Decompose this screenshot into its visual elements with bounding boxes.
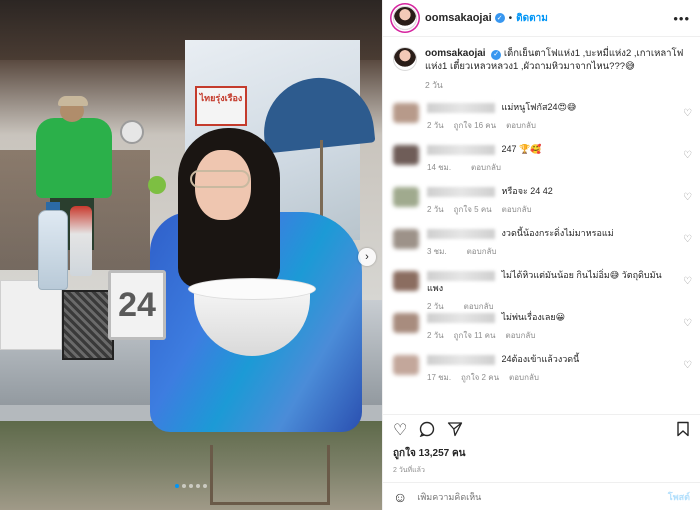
- photo-tissue-box: [0, 280, 62, 350]
- bookmark-icon[interactable]: [676, 421, 690, 441]
- add-comment-bar: ☺ โพสต์: [383, 482, 700, 510]
- comment-username-blurred[interactable]: [427, 144, 495, 155]
- carousel-next-button[interactable]: ›: [358, 248, 376, 266]
- comment-item: 247 🏆🥰 14 ชม. ตอบกลับ ♡: [383, 138, 700, 180]
- photo-table-number: 24: [108, 270, 166, 340]
- comment-time: 14 ชม.: [427, 163, 452, 172]
- comment-likes[interactable]: ถูกใจ 5 คน: [454, 203, 492, 216]
- emoji-icon[interactable]: ☺: [393, 489, 407, 505]
- comment-username-blurred[interactable]: [427, 102, 495, 113]
- comment-heart-icon[interactable]: ♡: [683, 276, 692, 287]
- comment-avatar[interactable]: [393, 187, 419, 207]
- comment-heart-icon[interactable]: ♡: [683, 234, 692, 245]
- action-bar: ♡: [383, 414, 700, 446]
- comment-text: 247 🏆🥰: [501, 144, 542, 154]
- comment-avatar[interactable]: [393, 313, 419, 333]
- comment-item: 24ต้องเข้าแล้วงวดนี้ 17 ชม. ถูกใจ 2 คน ต…: [383, 348, 700, 390]
- comment-input[interactable]: [417, 491, 638, 502]
- comment-list[interactable]: แม่หนูโฟกัส24😍😅 2 วัน ถูกใจ 16 คน ตอบกลั…: [383, 96, 700, 414]
- photo-glasses: [190, 170, 250, 188]
- carousel-dot: [196, 484, 200, 488]
- comment-reply-button[interactable]: ตอบกลับ: [502, 203, 532, 216]
- photo-chair: [210, 445, 330, 505]
- comment-item: แม่หนูโฟกัส24😍😅 2 วัน ถูกใจ 16 คน ตอบกลั…: [383, 96, 700, 138]
- carousel-dot: [203, 484, 207, 488]
- comment-likes[interactable]: ถูกใจ 2 คน: [461, 371, 499, 384]
- comment-item: หรือจะ 24 42 2 วัน ถูกใจ 5 คน ตอบกลับ ♡: [383, 180, 700, 222]
- comment-text: 24ต้องเข้าแล้วงวดนี้: [501, 354, 580, 364]
- comment-reply-button[interactable]: ตอบกลับ: [467, 245, 497, 258]
- photo-napkin-holder: [62, 290, 114, 360]
- author-avatar[interactable]: [393, 6, 417, 30]
- comment-likes[interactable]: ถูกใจ 11 คน: [454, 329, 496, 342]
- comment-likes[interactable]: ถูกใจ 16 คน: [454, 119, 496, 132]
- comment-avatar[interactable]: [393, 229, 419, 249]
- comment-item: ไม่พ่นเรื่องเลย😀 2 วัน ถูกใจ 11 คน ตอบกล…: [383, 306, 700, 348]
- comment-heart-icon[interactable]: ♡: [683, 192, 692, 203]
- photo-shop-sign: ไทยรุ่งเรือง: [195, 86, 247, 126]
- post-caption: oomsakaojai ✓ เด็กเย็นตาโฟแห่ง1 ,บะหมี่แ…: [383, 37, 700, 96]
- post-header: oomsakaojai ✓ • ติดตาม •••: [383, 0, 700, 37]
- comment-username-blurred[interactable]: [427, 228, 495, 239]
- carousel-dots: [0, 484, 382, 488]
- caption-avatar[interactable]: [393, 47, 417, 71]
- caption-age: 2 วัน: [425, 80, 443, 90]
- comment-time: 2 วัน: [427, 331, 444, 340]
- comment-username-blurred[interactable]: [427, 354, 495, 365]
- comment-time: 2 วัน: [427, 205, 444, 214]
- comment-reply-button[interactable]: ตอบกลับ: [506, 119, 536, 132]
- comment-heart-icon[interactable]: ♡: [683, 108, 692, 119]
- photo-drink-bottle: [70, 206, 92, 276]
- comment-time: 3 ชม.: [427, 247, 447, 256]
- comment-icon[interactable]: [419, 421, 435, 441]
- likes-count[interactable]: ถูกใจ 13,257 คน: [383, 446, 700, 461]
- share-icon[interactable]: [447, 421, 463, 441]
- comment-text: ไม่พ่นเรื่องเลย😀: [501, 312, 566, 322]
- follow-button[interactable]: ติดตาม: [516, 11, 548, 26]
- more-dots-icon[interactable]: •••: [673, 11, 690, 26]
- heart-icon[interactable]: ♡: [393, 422, 407, 439]
- comment-username-blurred[interactable]: [427, 270, 495, 281]
- photo-lime: [148, 176, 166, 194]
- caption-username[interactable]: oomsakaojai: [425, 48, 486, 59]
- post-details: oomsakaojai ✓ • ติดตาม ••• oomsakaojai ✓…: [382, 0, 700, 510]
- comment-reply-button[interactable]: ตอบกลับ: [509, 371, 539, 384]
- carousel-dot: [182, 484, 186, 488]
- comment-heart-icon[interactable]: ♡: [683, 318, 692, 329]
- verified-badge-icon: ✓: [491, 49, 502, 60]
- comment-time: 2 วัน: [427, 121, 444, 130]
- verified-badge-icon: ✓: [494, 13, 505, 23]
- comment-text: งวดนี้น้องกระดิ่งไม่มาหรอแม่: [501, 228, 614, 238]
- author-username[interactable]: oomsakaojai: [425, 12, 492, 24]
- caption-body: oomsakaojai ✓ เด็กเย็นตาโฟแห่ง1 ,บะหมี่แ…: [425, 47, 690, 92]
- photo-fan: [120, 120, 144, 144]
- header-separator: •: [508, 12, 513, 24]
- comment-heart-icon[interactable]: ♡: [683, 150, 692, 161]
- carousel-dot: [189, 484, 193, 488]
- comment-text: หรือจะ 24 42: [501, 186, 553, 196]
- comment-item: ไม่ได้หิวแต่มันน้อย กินไม่อิ่ม😅 วัตถุดิบ…: [383, 264, 700, 311]
- comment-item: งวดนี้น้องกระดิ่งไม่มาหรอแม่ 3 ชม. ตอบกล…: [383, 222, 700, 264]
- comment-avatar[interactable]: [393, 271, 419, 291]
- comment-reply-button[interactable]: ตอบกลับ: [471, 161, 501, 174]
- post-photo[interactable]: ไทยรุ่งเรือง 24 ›: [0, 0, 382, 510]
- post-timestamp: 2 วันที่แล้ว: [393, 467, 425, 474]
- photo-bowl-stack: [188, 278, 316, 358]
- carousel-dot: [175, 484, 179, 488]
- comment-avatar[interactable]: [393, 145, 419, 165]
- comment-heart-icon[interactable]: ♡: [683, 360, 692, 371]
- comment-avatar[interactable]: [393, 103, 419, 123]
- comment-time: 17 ชม.: [427, 373, 452, 382]
- post-modal: ไทยรุ่งเรือง 24 › oomsakaojai ✓ • ติดตาม…: [0, 0, 700, 510]
- comment-username-blurred[interactable]: [427, 312, 495, 323]
- comment-username-blurred[interactable]: [427, 186, 495, 197]
- comment-reply-button[interactable]: ตอบกลับ: [506, 329, 536, 342]
- post-comment-button[interactable]: โพสต์: [668, 490, 690, 504]
- comment-avatar[interactable]: [393, 355, 419, 375]
- comment-text: แม่หนูโฟกัส24😍😅: [501, 102, 577, 112]
- photo-water-bottle: [38, 210, 68, 290]
